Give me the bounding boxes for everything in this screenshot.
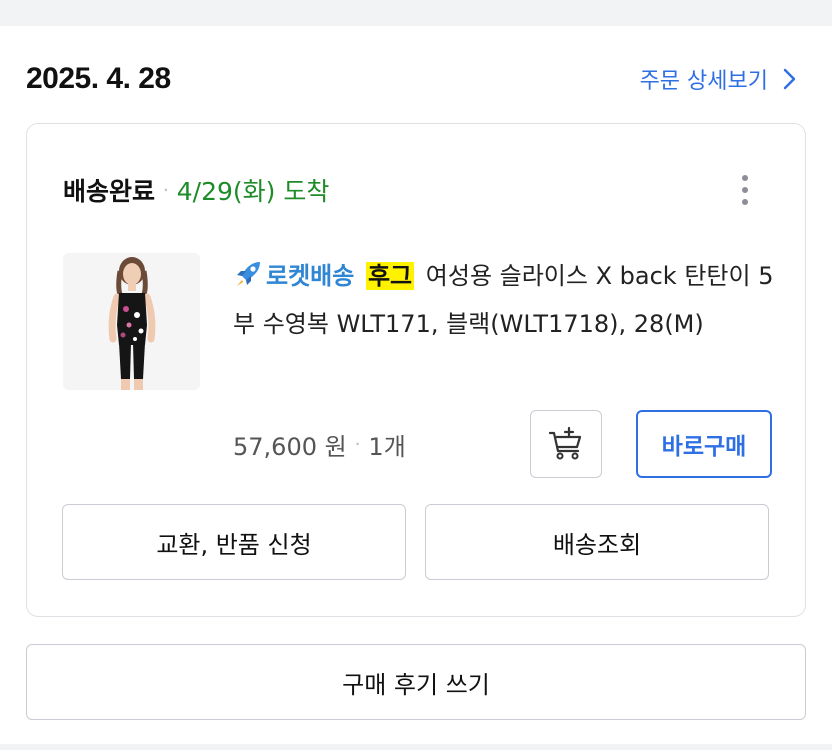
review-tag-chip: 후그 <box>365 262 415 290</box>
add-to-cart-icon <box>548 426 582 460</box>
order-date: 2025. 4. 28 <box>26 62 171 95</box>
delivery-status: 배송완료 <box>63 177 156 206</box>
rocket-delivery-badge: 로켓배송 <box>266 262 355 290</box>
more-vertical-icon[interactable] <box>725 170 765 210</box>
order-header: 2025. 4. 28 주문 상세보기 <box>26 54 796 104</box>
chevron-right-icon <box>783 68 796 90</box>
write-review-button[interactable]: 구매 후기 쓰기 <box>26 644 806 720</box>
order-item-card: 배송완료 · 4/29(화) 도착 로켓배송 후그 여성용 슬라이스 X bac… <box>26 123 806 617</box>
order-detail-link[interactable]: 주문 상세보기 <box>640 63 796 95</box>
delivery-tracking-button[interactable]: 배송조회 <box>425 504 769 580</box>
add-to-cart-button[interactable] <box>530 410 602 478</box>
order-detail-label: 주문 상세보기 <box>639 69 768 94</box>
order-sheet: 2025. 4. 28 주문 상세보기 배송완료 · 4/29(화) 도착 로켓… <box>0 26 832 744</box>
arrival-date: 4/29(화) 도착 <box>176 177 330 206</box>
rocket-icon <box>237 262 260 286</box>
product-image[interactable] <box>63 253 200 390</box>
product-quantity: 1개 <box>368 432 406 461</box>
product-title[interactable]: 로켓배송 후그 여성용 슬라이스 X back 탄탄이 5부 수영복 WLT17… <box>233 252 778 348</box>
product-price: 57,600 원 <box>233 432 347 461</box>
delivery-status-row: 배송완료 · 4/29(화) 도착 <box>63 170 765 210</box>
price-quantity-row: 57,600 원 · 1개 <box>233 424 406 464</box>
swimsuit-model-image <box>63 253 200 390</box>
buy-now-button[interactable]: 바로구매 <box>636 410 772 478</box>
exchange-return-button[interactable]: 교환, 반품 신청 <box>62 504 406 580</box>
status-separator: · <box>163 179 169 201</box>
price-separator: · <box>354 433 361 455</box>
